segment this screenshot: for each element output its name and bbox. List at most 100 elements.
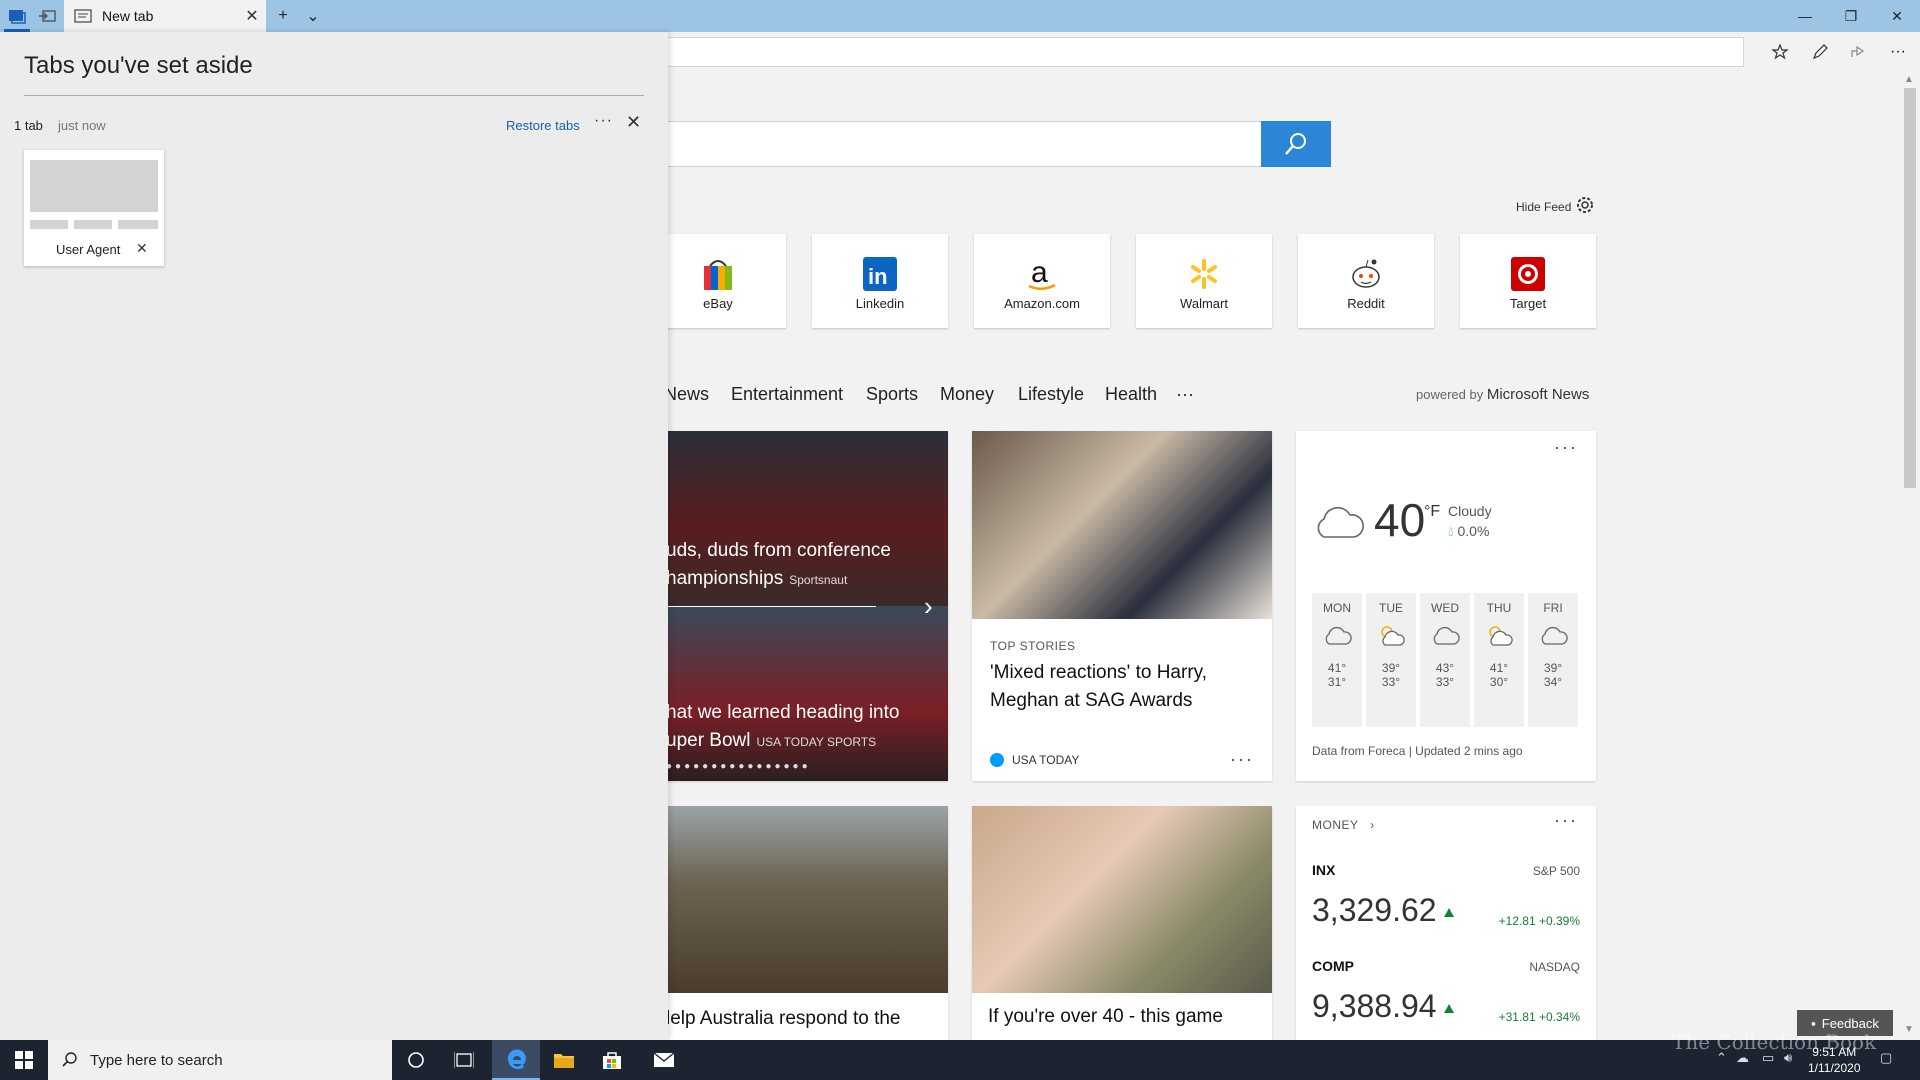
cortana-icon[interactable] — [392, 1040, 440, 1080]
top-story-source: USA TODAY — [990, 753, 1079, 767]
search-button[interactable] — [1261, 121, 1331, 167]
category-more-button[interactable]: ··· — [1176, 384, 1194, 408]
weather-condition: Cloudy — [1448, 503, 1492, 519]
aside-tab-thumbnail[interactable]: User Agent ✕ — [24, 150, 164, 266]
forecast-low: 31° — [1327, 675, 1347, 689]
story-title[interactable]: lelp Australia respond to the — [666, 1008, 901, 1030]
story-title[interactable]: If you're over 40 - this game — [988, 1006, 1223, 1028]
edge-app-icon[interactable] — [492, 1040, 540, 1080]
hero-headline-2[interactable]: hat we learned heading into uper Bowl USA… — [666, 699, 899, 756]
top-site-walmart[interactable]: Walmart — [1136, 234, 1272, 328]
action-center-icon[interactable]: ▢ — [1880, 1050, 1892, 1066]
category-sports[interactable]: Sports — [866, 384, 918, 408]
mail-icon[interactable] — [640, 1040, 688, 1080]
top-site-amazon[interactable]: a Amazon.com — [974, 234, 1110, 328]
top-site-label: eBay — [703, 296, 733, 311]
story-image — [972, 806, 1272, 993]
panel-divider — [24, 95, 644, 96]
hero-source-1: Sportsnaut — [789, 573, 848, 587]
carousel-next-icon[interactable]: › — [924, 591, 933, 622]
tab-list-chevron-icon[interactable]: ⌄ — [302, 0, 324, 32]
start-button[interactable] — [0, 1040, 48, 1080]
raindrop-icon: 💧︎ — [1448, 523, 1454, 539]
forecast-day: THU 41° 30° — [1474, 593, 1524, 727]
store-icon[interactable] — [588, 1040, 636, 1080]
forecast-day-name: FRI — [1543, 601, 1563, 615]
set-tabs-aside-icon[interactable] — [36, 6, 58, 26]
minimize-button[interactable]: — — [1782, 0, 1828, 32]
top-site-ebay[interactable]: eBay — [650, 234, 786, 328]
share-icon[interactable] — [1846, 40, 1870, 64]
thumbnail-preview — [30, 160, 158, 212]
money-more-button[interactable]: ··· — [1554, 810, 1578, 831]
settings-more-icon[interactable]: ··· — [1886, 40, 1910, 64]
weather-card[interactable]: ··· 40 °F Cloudy 💧︎ 0.0% MON 41° 31° TUE… — [1296, 431, 1596, 781]
cloud-icon — [1420, 623, 1470, 653]
tabs-aside-icon[interactable] — [6, 6, 28, 26]
ebay-icon — [650, 254, 786, 294]
top-story-more-button[interactable]: ··· — [1230, 749, 1254, 770]
forecast-day: MON 41° 31° — [1312, 593, 1362, 727]
weather-more-button[interactable]: ··· — [1554, 437, 1578, 458]
carousel-dots[interactable]: ●●●●●●●●●●●●●●●● — [666, 761, 811, 772]
top-story-title[interactable]: 'Mixed reactions' to Harry, Meghan at SA… — [990, 659, 1250, 715]
task-view-icon[interactable] — [440, 1040, 488, 1080]
walmart-spark-icon — [1136, 254, 1272, 294]
forecast-day: TUE 39° 33° — [1366, 593, 1416, 727]
top-site-target[interactable]: Target — [1460, 234, 1596, 328]
scroll-down-icon[interactable]: ▼ — [1904, 1024, 1914, 1035]
category-entertainment[interactable]: Entertainment — [731, 384, 843, 408]
close-window-button[interactable]: ✕ — [1874, 0, 1920, 32]
gear-icon[interactable] — [1574, 194, 1596, 216]
close-tab-icon[interactable]: ✕ — [238, 6, 266, 26]
weather-footer: Data from Foreca | Updated 2 mins ago — [1312, 744, 1523, 758]
panel-close-icon[interactable]: ✕ — [626, 112, 641, 133]
panel-more-button[interactable]: ··· — [594, 112, 613, 130]
restore-tabs-link[interactable]: Restore tabs — [506, 118, 580, 133]
stock-price: 9,388.94 — [1312, 988, 1437, 1024]
forecast-low: 34° — [1543, 675, 1563, 689]
category-health[interactable]: Health — [1105, 384, 1157, 408]
scroll-thumb[interactable] — [1904, 88, 1916, 488]
scroll-up-icon[interactable]: ▲ — [1904, 74, 1914, 85]
title-bar: New tab ✕ + ⌄ — ❐ ✕ — [0, 0, 1920, 32]
file-explorer-icon[interactable] — [540, 1040, 588, 1080]
category-news[interactable]: News — [664, 384, 709, 408]
story-card[interactable]: If you're over 40 - this game — [972, 806, 1272, 1040]
remove-tab-icon[interactable]: ✕ — [136, 240, 148, 257]
thumbnail-bar — [74, 220, 112, 229]
forecast-day: WED 43° 33° — [1420, 593, 1470, 727]
address-bar[interactable] — [640, 37, 1744, 67]
pen-icon[interactable] — [1808, 40, 1832, 64]
stock-change: +31.81 +0.34% — [1498, 1010, 1580, 1024]
hide-feed-link[interactable]: Hide Feed — [1516, 200, 1571, 214]
weather-temperature: 40 — [1374, 494, 1426, 546]
top-site-reddit[interactable]: Reddit — [1298, 234, 1434, 328]
new-tab-button[interactable]: + — [272, 0, 294, 32]
stock-index: NASDAQ — [1529, 960, 1580, 974]
maximize-button[interactable]: ❐ — [1828, 0, 1874, 32]
cloud-icon — [1317, 506, 1364, 538]
category-money[interactable]: Money — [940, 384, 994, 408]
top-site-linkedin[interactable]: in Linkedin — [812, 234, 948, 328]
reddit-icon — [1298, 254, 1434, 294]
money-card[interactable]: MONEY › ··· INX S&P 500 3,329.62 +12.81 … — [1296, 806, 1596, 1040]
hero-carousel-card[interactable]: uds, duds from conference hampionships Sp… — [640, 431, 948, 781]
hero-headline-1[interactable]: uds, duds from conference hampionships Sp… — [666, 537, 891, 594]
story-card[interactable]: lelp Australia respond to the — [640, 806, 948, 1040]
top-story-card[interactable]: TOP STORIES 'Mixed reactions' to Harry, … — [972, 431, 1272, 781]
aside-time: just now — [58, 118, 106, 133]
powered-by-brand: Microsoft News — [1486, 386, 1590, 403]
money-header[interactable]: MONEY › — [1312, 818, 1375, 832]
favorites-icon[interactable] — [1768, 40, 1792, 64]
top-site-label: Reddit — [1347, 296, 1385, 311]
category-lifestyle[interactable]: Lifestyle — [1018, 384, 1084, 408]
stock-ticker: COMP — [1312, 958, 1354, 974]
forecast-high: 41° — [1327, 661, 1347, 675]
tab-new-tab[interactable]: New tab ✕ — [64, 0, 266, 32]
taskbar-search-box[interactable]: Type here to search — [48, 1040, 392, 1080]
forecast-high: 43° — [1435, 661, 1455, 675]
page-scrollbar[interactable]: ▲ ▼ — [1900, 72, 1920, 1040]
powered-by: powered by Microsoft News — [1416, 386, 1589, 403]
feedback-icon: ▪ — [1811, 1015, 1816, 1031]
